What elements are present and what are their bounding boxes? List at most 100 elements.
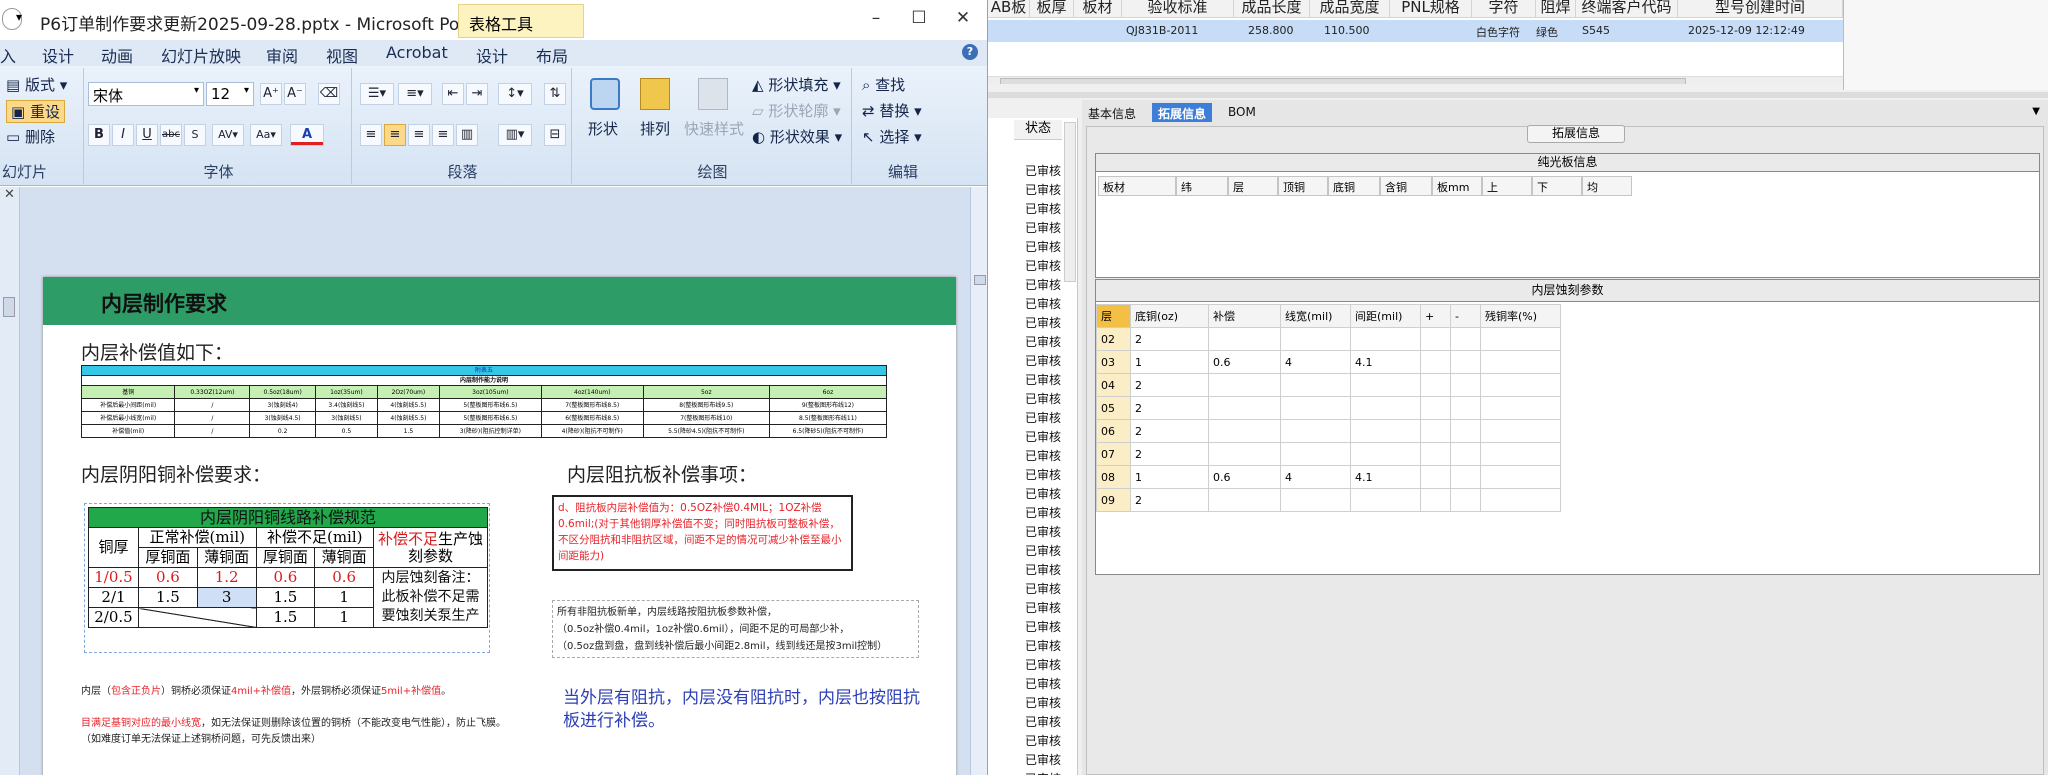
etch-cell[interactable] bbox=[1420, 373, 1451, 397]
etch-col[interactable]: 补偿 bbox=[1208, 304, 1281, 328]
order-grid[interactable]: AB板 板厚 板材 验收标准 成品长度 成品宽度 PNL规格 字符 阻焊 终端客… bbox=[988, 0, 1843, 84]
etch-col[interactable]: + bbox=[1420, 304, 1451, 328]
status-cell[interactable]: 已审核 bbox=[1025, 637, 1061, 654]
italic-icon[interactable]: I bbox=[112, 124, 134, 146]
etch-table[interactable]: 层 底铜(oz) 补偿 线宽(mil) 间距(mil) + - 残铜率(%) 0… bbox=[1096, 304, 1561, 512]
plain-col[interactable]: 底铜 bbox=[1328, 176, 1380, 196]
splitter[interactable] bbox=[988, 92, 2048, 98]
etch-cell[interactable]: 2 bbox=[1130, 373, 1209, 397]
status-header[interactable]: 状态 bbox=[1014, 120, 1062, 140]
etch-cell[interactable] bbox=[1350, 327, 1421, 351]
status-column[interactable]: 状态 已审核 已审核 已审核 已审核 已审核 已审核 已审核 已审核 已审核 已审核 已审核 已审核已… bbox=[988, 118, 1078, 775]
etch-cell[interactable]: 2 bbox=[1130, 327, 1209, 351]
status-cell[interactable]: 已审核 bbox=[1025, 447, 1061, 464]
tab-animation[interactable]: 动画 bbox=[101, 42, 133, 66]
status-cell[interactable]: 已审核 bbox=[1025, 770, 1061, 775]
yin-yang-table[interactable]: 内层阴阳铜线路补偿规范 铜厚 正常补偿(mil) 补偿不足(mil) 补偿不足生… bbox=[88, 507, 488, 628]
etch-cell[interactable] bbox=[1480, 373, 1561, 397]
etch-cell[interactable] bbox=[1350, 373, 1421, 397]
shadow-text-icon[interactable]: S bbox=[184, 124, 206, 146]
etch-cell[interactable] bbox=[1280, 373, 1351, 397]
etch-cell[interactable]: 4 bbox=[1280, 350, 1351, 374]
status-cell[interactable]: 已审核 bbox=[1025, 257, 1061, 274]
etch-col[interactable]: 线宽(mil) bbox=[1280, 304, 1351, 328]
etch-row[interactable]: 02 2 bbox=[1096, 327, 1561, 351]
quick-access-dropdown-icon[interactable]: ▾ bbox=[16, 10, 22, 24]
etch-cell[interactable] bbox=[1420, 488, 1451, 512]
plain-col[interactable]: 上 bbox=[1482, 176, 1532, 196]
status-cell[interactable]: 已审核 bbox=[1025, 238, 1061, 255]
strikethrough-icon[interactable]: abc bbox=[160, 124, 182, 146]
quick-styles-button[interactable]: 快速样式 bbox=[684, 118, 744, 139]
spec-table[interactable]: 附表五 内层制作能力说明 基铜 0.33OZ(12um) 0.5oz(18um)… bbox=[80, 365, 888, 438]
numbering-icon[interactable]: ≡▾ bbox=[398, 83, 432, 105]
arrange-icon[interactable] bbox=[640, 78, 670, 110]
etch-cell[interactable] bbox=[1480, 442, 1561, 466]
status-cell[interactable]: 已审核 bbox=[1025, 428, 1061, 445]
slides-pane-rail[interactable]: ✕ bbox=[0, 187, 20, 775]
minimize-icon[interactable]: – bbox=[863, 8, 889, 30]
underline-icon[interactable]: U bbox=[136, 124, 158, 146]
etch-cell[interactable] bbox=[1350, 396, 1421, 420]
clear-format-icon[interactable]: ⌫ bbox=[318, 83, 340, 105]
justify-icon[interactable]: ≡ bbox=[432, 124, 454, 146]
font-name-box[interactable]: 宋体 ▾ bbox=[88, 82, 204, 106]
maximize-icon[interactable]: ☐ bbox=[906, 8, 932, 30]
plain-col[interactable]: 下 bbox=[1532, 176, 1582, 196]
font-size-box[interactable]: 12 ▾ bbox=[206, 82, 254, 106]
tab-table-design[interactable]: 设计 bbox=[476, 42, 508, 66]
etch-cell[interactable] bbox=[1420, 327, 1451, 351]
status-cell[interactable]: 已审核 bbox=[1025, 181, 1061, 198]
shrink-font-icon[interactable]: A⁻ bbox=[284, 83, 306, 105]
etch-cell[interactable]: 4 bbox=[1280, 465, 1351, 489]
etch-row[interactable]: 06 2 bbox=[1096, 419, 1561, 443]
status-cell[interactable]: 已审核 bbox=[1025, 656, 1061, 673]
etch-col[interactable]: - bbox=[1450, 304, 1481, 328]
status-cell[interactable]: 已审核 bbox=[1025, 675, 1061, 692]
etch-cell[interactable]: 4.1 bbox=[1350, 350, 1421, 374]
status-cell[interactable]: 已审核 bbox=[1025, 732, 1061, 749]
etch-cell[interactable] bbox=[1420, 419, 1451, 443]
etch-cell[interactable] bbox=[1420, 442, 1451, 466]
help-icon[interactable]: ? bbox=[962, 44, 978, 60]
scroll-thumb[interactable] bbox=[974, 275, 986, 285]
status-cell[interactable]: 已审核 bbox=[1025, 295, 1061, 312]
etch-cell[interactable]: 0.6 bbox=[1208, 350, 1281, 374]
select-button[interactable]: ↖ 选择 ▾ bbox=[862, 126, 922, 147]
status-cell[interactable]: 已审核 bbox=[1025, 523, 1061, 540]
status-scrollbar[interactable] bbox=[1064, 122, 1076, 282]
plain-col[interactable]: 层 bbox=[1228, 176, 1278, 196]
columns-icon[interactable]: ▥▾ bbox=[498, 124, 532, 146]
etch-row[interactable]: 09 2 bbox=[1096, 488, 1561, 512]
plain-col[interactable]: 板mm bbox=[1432, 176, 1482, 196]
quick-styles-icon[interactable] bbox=[698, 78, 728, 110]
col-standard[interactable]: 验收标准 bbox=[1122, 0, 1234, 18]
align-center-icon[interactable]: ≡ bbox=[384, 124, 406, 146]
delete-button[interactable]: ▭ 删除 bbox=[6, 126, 55, 147]
etch-cell[interactable] bbox=[1450, 327, 1481, 351]
etch-cell[interactable] bbox=[1208, 396, 1281, 420]
etch-cell[interactable] bbox=[1280, 419, 1351, 443]
close-pane-icon[interactable]: ✕ bbox=[0, 187, 19, 202]
text-direction-icon[interactable]: ⇅ bbox=[544, 83, 566, 105]
plain-col[interactable]: 顶铜 bbox=[1278, 176, 1328, 196]
etch-cell[interactable] bbox=[1280, 327, 1351, 351]
col-code[interactable]: 终端客户代码 bbox=[1576, 0, 1678, 18]
etch-cell[interactable] bbox=[1350, 442, 1421, 466]
etch-cell[interactable]: 4.1 bbox=[1350, 465, 1421, 489]
plain-col[interactable]: 板材 bbox=[1098, 176, 1176, 196]
etch-cell[interactable] bbox=[1480, 488, 1561, 512]
etch-row[interactable]: 04 2 bbox=[1096, 373, 1561, 397]
layout-button[interactable]: ▤ 版式 ▾ bbox=[6, 74, 67, 95]
etch-row[interactable]: 05 2 bbox=[1096, 396, 1561, 420]
status-cell[interactable]: 已审核 bbox=[1025, 162, 1061, 179]
etch-cell[interactable] bbox=[1450, 488, 1481, 512]
status-cell[interactable]: 已审核 bbox=[1025, 542, 1061, 559]
arrange-button[interactable]: 排列 bbox=[640, 118, 670, 139]
etch-col[interactable]: 层 bbox=[1096, 304, 1131, 328]
status-cell[interactable]: 已审核 bbox=[1025, 561, 1061, 578]
etch-cell[interactable] bbox=[1208, 488, 1281, 512]
etch-col[interactable]: 残铜率(%) bbox=[1480, 304, 1561, 328]
tab-review[interactable]: 审阅 bbox=[266, 42, 298, 66]
close-icon[interactable]: ✕ bbox=[950, 8, 976, 30]
